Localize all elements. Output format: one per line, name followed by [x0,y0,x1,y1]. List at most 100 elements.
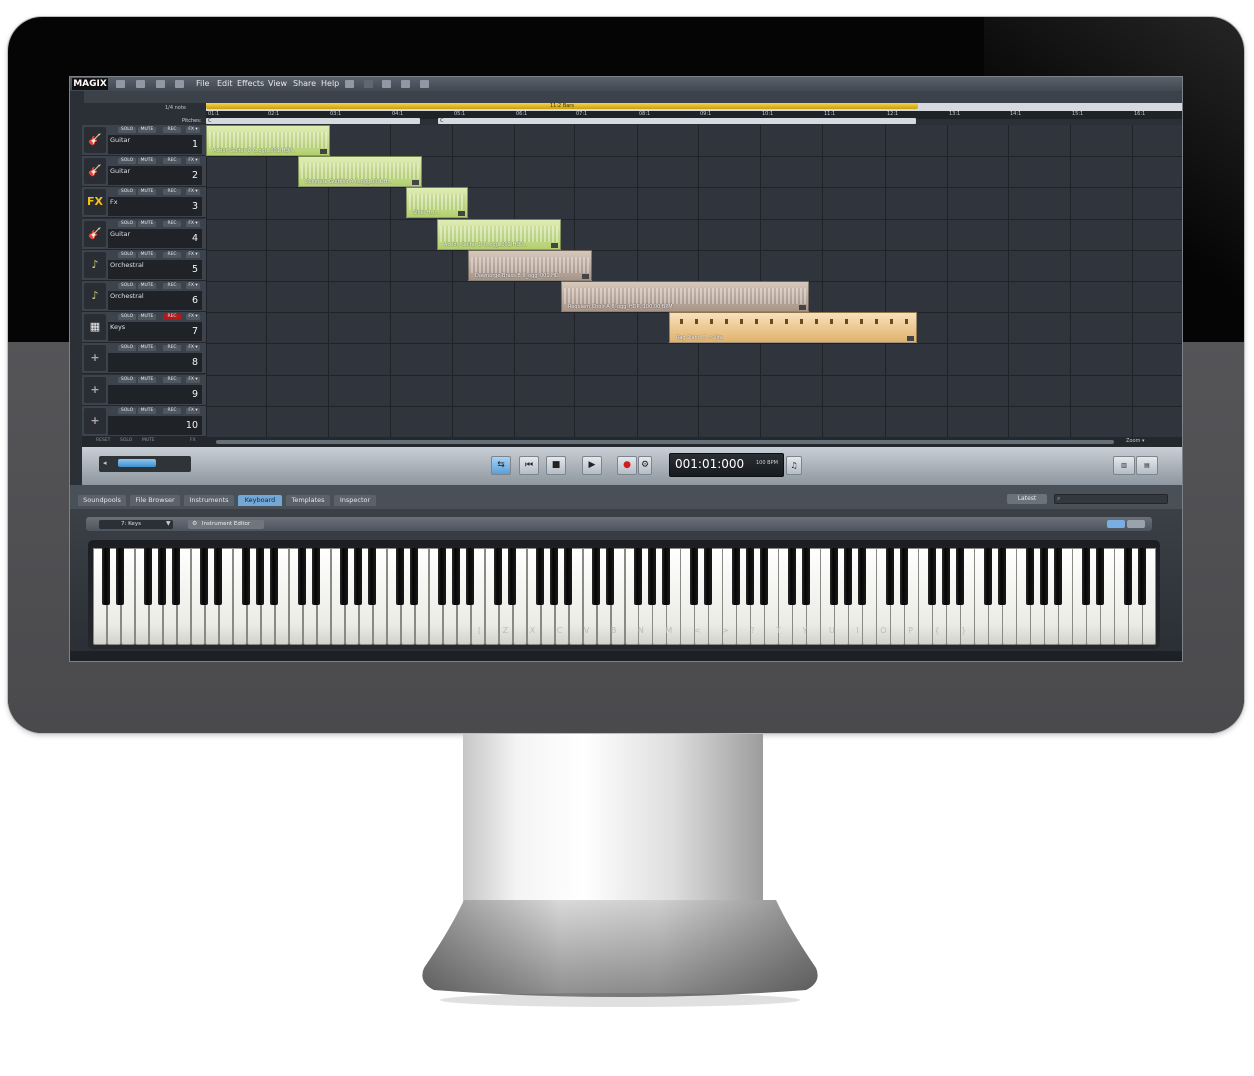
menu-file[interactable]: File [196,78,209,90]
black-key[interactable] [661,548,670,605]
saxophone-icon[interactable]: ♪ [84,252,106,278]
black-key[interactable] [102,548,111,605]
metronome-icon[interactable]: ♫ [786,456,802,475]
black-key[interactable] [116,548,125,605]
black-key[interactable] [256,548,265,605]
reset-button[interactable]: RESET [96,438,110,443]
audio-clip[interactable]: Slide H_o... [406,187,468,218]
black-key[interactable] [466,548,475,605]
play-button[interactable]: ▶ [582,456,602,475]
black-key[interactable] [689,548,698,605]
tab-inspector[interactable]: Inspector [334,495,376,506]
saxophone-icon[interactable]: ♪ [84,283,106,309]
black-key[interactable] [787,548,796,605]
black-key[interactable] [1095,548,1104,605]
black-key[interactable] [941,548,950,605]
undo-icon[interactable] [364,80,373,88]
mute-button[interactable]: MUTE [138,283,156,289]
solo-button[interactable]: SOLO [118,314,136,320]
black-key[interactable] [1123,548,1132,605]
pointer-icon[interactable] [420,80,429,88]
black-key[interactable] [172,548,181,605]
fx-button[interactable]: FX ▾ [186,345,200,351]
black-key[interactable] [452,548,461,605]
black-key[interactable] [340,548,349,605]
solo-button[interactable]: SOLO [118,345,136,351]
mute-button[interactable]: MUTE [138,158,156,164]
track-header[interactable]: ♪ SOLO MUTE REC FX ▾ Orchestral 5 [82,250,206,281]
rec-button[interactable]: REC [163,345,181,351]
black-key[interactable] [885,548,894,605]
tab-keyboard[interactable]: Keyboard [238,495,282,506]
guitar-icon[interactable]: 🎸 [84,158,106,184]
track-name-field[interactable]: 8 [108,353,202,372]
record-button[interactable]: ● [617,456,637,475]
clip-menu-icon[interactable] [412,180,419,185]
clip-menu-icon[interactable] [799,305,806,310]
menu-edit[interactable]: Edit [217,78,233,90]
audio-clip[interactable]: Rag Piano 6 ->Vita [669,312,917,343]
fx-button[interactable]: FX ▾ [186,127,200,133]
solo-button[interactable]: SOLO [118,127,136,133]
note-value-select[interactable]: 1/4 note [165,105,186,111]
track-name-field[interactable]: Guitar 2 [108,166,202,185]
tab-instruments[interactable]: Instruments [184,495,234,506]
rec-button[interactable]: REC [163,127,181,133]
add-instrument-icon[interactable]: + [84,377,106,403]
instrument-editor-button[interactable]: Instrument Editor [188,520,264,529]
pitch-segment[interactable]: C [206,118,420,124]
black-key[interactable] [214,548,223,605]
black-key[interactable] [983,548,992,605]
rec-button[interactable]: REC [163,158,181,164]
rec-button[interactable]: REC [163,377,181,383]
track-name-field[interactable]: 10 [108,416,202,435]
fx-icon[interactable]: FX [84,189,106,215]
black-key[interactable] [298,548,307,605]
fx-button[interactable]: FX ▾ [186,283,200,289]
menu-view[interactable]: View [268,78,287,90]
search-input[interactable] [1054,494,1168,504]
zoom-select[interactable]: Zoom ▾ [1126,438,1145,444]
rec-button[interactable]: REC [163,283,181,289]
solo-button[interactable]: SOLO [118,158,136,164]
track-header[interactable]: 🎸 SOLO MUTE REC FX ▾ Guitar 2 [82,156,206,187]
fx-button[interactable]: FX ▾ [186,314,200,320]
tab-file-browser[interactable]: File Browser [130,495,180,506]
menu-help[interactable]: Help [321,78,339,90]
black-key[interactable] [508,548,517,605]
pitch-segment[interactable]: C [438,118,916,124]
black-key[interactable] [312,548,321,605]
black-key[interactable] [354,548,363,605]
mute-all-button[interactable]: MUTE [142,438,155,443]
rec-button[interactable]: REC [163,221,181,227]
fx-button[interactable]: FX ▾ [186,408,200,414]
clip-menu-icon[interactable] [551,243,558,248]
open-folder-icon[interactable] [136,80,145,88]
black-key[interactable] [703,548,712,605]
go-to-start-button[interactable]: ⏮ [519,456,539,475]
mute-button[interactable]: MUTE [138,189,156,195]
black-key[interactable] [144,548,153,605]
black-key[interactable] [745,548,754,605]
track-header[interactable]: + SOLO MUTE REC FX ▾ 8 [82,343,206,374]
menu-effects[interactable]: Effects [237,78,264,90]
rec-button[interactable]: REC [163,408,181,414]
black-key[interactable] [759,548,768,605]
solo-button[interactable]: SOLO [118,189,136,195]
black-key[interactable] [1081,548,1090,605]
track-name-field[interactable]: Guitar 4 [108,229,202,248]
scissors-icon[interactable] [401,80,410,88]
mute-button[interactable]: MUTE [138,345,156,351]
fx-button[interactable]: FX ▾ [186,189,200,195]
keyboard-view-small-button[interactable] [1127,520,1145,528]
black-key[interactable] [592,548,601,605]
track-header[interactable]: 🎸 SOLO MUTE REC FX ▾ Guitar 1 [82,125,206,156]
black-key[interactable] [410,548,419,605]
mute-button[interactable]: MUTE [138,408,156,414]
fx-button[interactable]: FX ▾ [186,221,200,227]
black-key[interactable] [829,548,838,605]
mute-button[interactable]: MUTE [138,314,156,320]
clip-menu-icon[interactable] [582,274,589,279]
keyboard-instrument-icon[interactable]: ▦ [84,314,106,340]
black-key[interactable] [564,548,573,605]
